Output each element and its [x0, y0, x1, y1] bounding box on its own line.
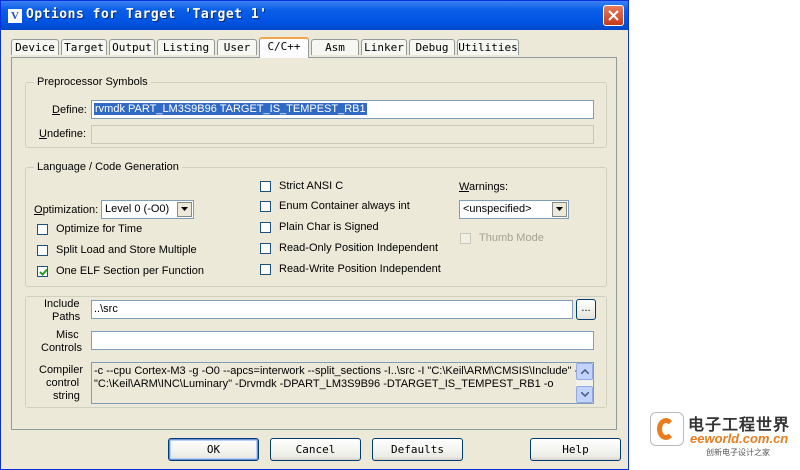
plain-char-checkbox[interactable]: Plain Char is Signed	[260, 221, 450, 236]
scroll-up-button[interactable]	[576, 363, 593, 380]
tab-target[interactable]: Target	[61, 39, 107, 55]
checkbox-box[interactable]	[260, 264, 271, 275]
optimization-dropdown-button[interactable]	[177, 202, 192, 217]
tab-asm[interactable]: Asm	[311, 39, 359, 55]
include-paths-label-2: Paths	[52, 311, 81, 323]
define-value: rvmdk PART_LM3S9B96 TARGET_IS_TEMPEST_RB…	[94, 103, 367, 115]
tab-device[interactable]: Device	[11, 39, 59, 55]
tab-c-cpp[interactable]: C/C++	[259, 37, 309, 58]
define-label: Define:	[52, 104, 87, 116]
misc-controls-input[interactable]	[91, 331, 594, 350]
options-dialog: V Options for Target 'Target 1' Device T…	[0, 0, 629, 470]
watermark-sub: 创新电子设计之家	[706, 448, 770, 457]
eeworld-logo-icon	[650, 412, 684, 446]
checkbox-box[interactable]	[460, 233, 471, 244]
warnings-value: <unspecified>	[463, 203, 532, 215]
rw-position-independent-checkbox[interactable]: Read-Write Position Independent	[260, 263, 450, 278]
undefine-input[interactable]	[91, 125, 594, 144]
title-bar[interactable]: V Options for Target 'Target 1'	[1, 1, 628, 30]
tab-utilities[interactable]: Utilities	[457, 39, 519, 55]
checkmark-icon	[39, 268, 48, 276]
tab-debug[interactable]: Debug	[409, 39, 455, 55]
chevron-down-icon	[581, 392, 589, 397]
checkbox-box[interactable]	[260, 181, 271, 192]
checkbox-box[interactable]	[37, 245, 48, 256]
compiler-control-label-3: string	[53, 390, 80, 402]
checkbox-box[interactable]	[260, 243, 271, 254]
vertical-scrollbar[interactable]	[576, 363, 593, 403]
ro-position-independent-label: Read-Only Position Independent	[279, 242, 438, 254]
optimization-label: Optimization:	[34, 204, 99, 216]
compiler-control-line-1: -c --cpu Cortex-M3 -g -O0 --apcs=interwo…	[94, 365, 582, 377]
chevron-down-icon	[556, 207, 563, 211]
tab-user[interactable]: User	[217, 39, 257, 55]
scroll-down-button[interactable]	[576, 386, 593, 403]
include-paths-browse-button[interactable]: ...	[576, 299, 596, 320]
include-paths-input[interactable]: ..\src	[91, 300, 573, 319]
misc-controls-label: Misc	[56, 329, 79, 341]
compiler-control-label-2: control	[46, 377, 80, 389]
ro-position-independent-checkbox[interactable]: Read-Only Position Independent	[260, 242, 450, 257]
warnings-select[interactable]: <unspecified>	[459, 200, 569, 219]
help-button[interactable]: Help	[530, 438, 621, 461]
close-icon	[608, 10, 619, 21]
close-button[interactable]	[603, 5, 624, 26]
rw-position-independent-label: Read-Write Position Independent	[279, 263, 441, 275]
one-elf-section-label: One ELF Section per Function	[56, 265, 204, 277]
defaults-button[interactable]: Defaults	[372, 438, 463, 461]
watermark-en: eeworld.com.cn	[690, 431, 789, 446]
strict-ansi-checkbox[interactable]: Strict ANSI C	[260, 180, 450, 195]
checkbox-box[interactable]	[260, 222, 271, 233]
optimize-time-checkbox[interactable]: Optimize for Time	[37, 223, 237, 238]
window-title: Options for Target 'Target 1'	[26, 7, 268, 22]
language-group-label: Language / Code Generation	[37, 161, 179, 173]
preprocessor-group-label: Preprocessor Symbols	[37, 76, 148, 88]
include-paths-label: Include	[44, 298, 80, 310]
chevron-down-icon	[181, 207, 188, 211]
tab-linker[interactable]: Linker	[361, 39, 407, 55]
checkbox-box[interactable]	[37, 224, 48, 235]
misc-controls-label-2: Controls	[41, 342, 82, 354]
enum-container-label: Enum Container always int	[279, 200, 410, 212]
one-elf-section-checkbox[interactable]: One ELF Section per Function	[37, 265, 237, 280]
enum-container-checkbox[interactable]: Enum Container always int	[260, 200, 450, 215]
plain-char-label: Plain Char is Signed	[279, 221, 379, 233]
define-input[interactable]: rvmdk PART_LM3S9B96 TARGET_IS_TEMPEST_RB…	[91, 100, 594, 119]
warnings-dropdown-button[interactable]	[552, 202, 567, 217]
optimize-time-label: Optimize for Time	[56, 223, 143, 235]
compiler-control-line-2: "C:\Keil\ARM\INC\Luminary" -Drvmdk -DPAR…	[94, 378, 554, 390]
site-watermark: 电子工程世界 eeworld.com.cn 创新电子设计之家	[650, 410, 798, 465]
optimization-select[interactable]: Level 0 (-O0)	[101, 200, 194, 219]
cancel-button[interactable]: Cancel	[270, 438, 361, 461]
tab-output[interactable]: Output	[109, 39, 155, 55]
thumb-mode-label: Thumb Mode	[479, 232, 544, 244]
strict-ansi-label: Strict ANSI C	[279, 180, 344, 192]
split-load-store-checkbox[interactable]: Split Load and Store Multiple	[37, 244, 237, 259]
ok-button[interactable]: OK	[168, 438, 259, 461]
cpp-tab-panel: Preprocessor Symbols Define: rvmdk PART_…	[11, 57, 617, 430]
app-icon: V	[8, 9, 22, 23]
tab-listing[interactable]: Listing	[157, 39, 215, 55]
checkbox-box[interactable]	[37, 266, 48, 277]
compiler-control-label: Compiler	[39, 364, 84, 376]
warnings-label: Warnings:	[459, 181, 509, 193]
split-load-store-label: Split Load and Store Multiple	[56, 244, 197, 256]
checkbox-box[interactable]	[260, 201, 271, 212]
undefine-label: Undefine:	[39, 128, 87, 140]
compiler-control-string[interactable]: -c --cpu Cortex-M3 -g -O0 --apcs=interwo…	[91, 362, 594, 404]
chevron-up-icon	[581, 369, 589, 374]
optimization-value: Level 0 (-O0)	[105, 203, 170, 215]
thumb-mode-checkbox[interactable]: Thumb Mode	[460, 232, 570, 247]
